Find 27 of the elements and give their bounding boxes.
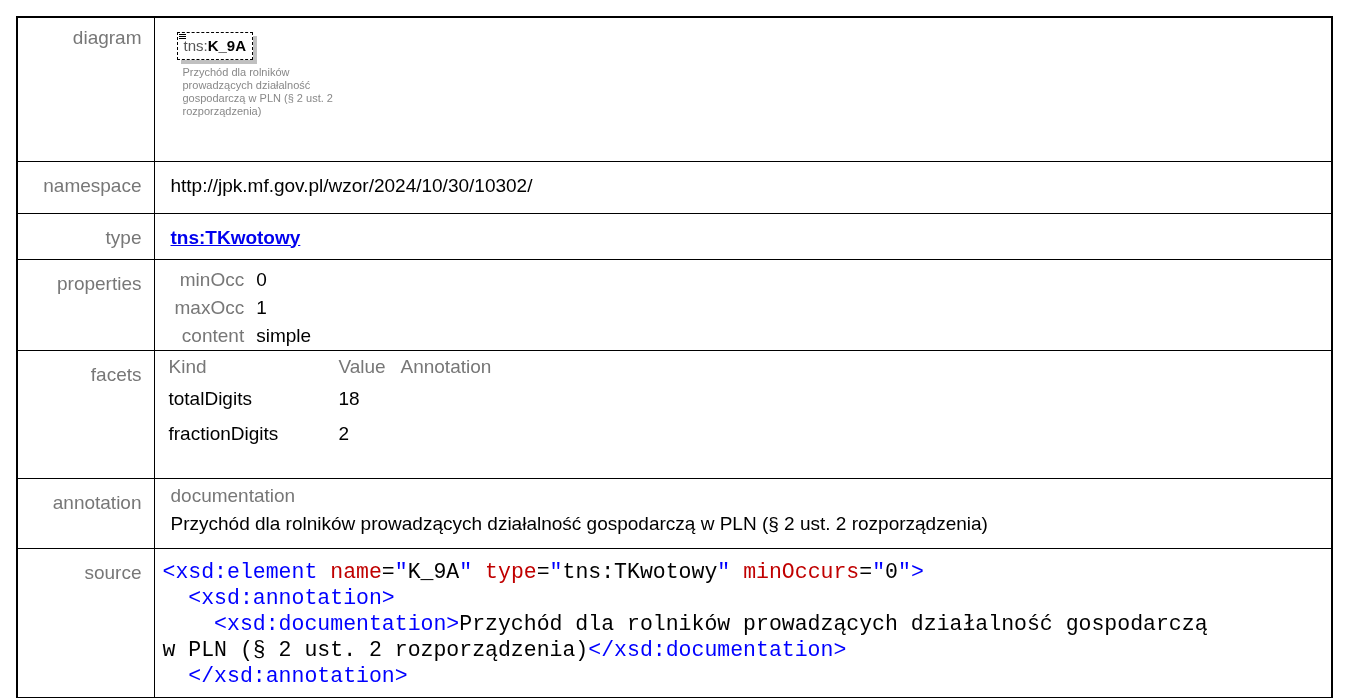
facet-value: 2 xyxy=(338,421,351,446)
row-label: properties xyxy=(57,272,142,294)
property-name: maxOcc xyxy=(174,295,245,320)
element-description: Przychód dla rolników prowadzących działalność gospodarczą w PLN (§ 2 ust. 2 rozporządzenia) xyxy=(182,66,334,118)
facet-kind: fractionDigits xyxy=(168,421,280,446)
column-header: Value xyxy=(338,354,387,379)
column-header: Kind xyxy=(168,354,208,379)
property-value: simple xyxy=(256,323,312,348)
property-value: 1 xyxy=(256,295,268,320)
property-name: minOcc xyxy=(178,267,245,292)
type-link[interactable]: tns:TKwotowy xyxy=(170,226,301,248)
row-label: type xyxy=(105,226,142,248)
namespace-value: http://jpk.mf.gov.pl/wzor/2024/10/30/10302/ xyxy=(170,174,533,196)
annotation-heading: documentation xyxy=(170,483,297,508)
row-label: annotation xyxy=(52,491,142,513)
documentation-text: Przychód dla rolników prowadzących działalność gospodarczą w PLN (§ 2 ust. 2 rozporządzenia) xyxy=(170,511,989,536)
facet-kind: totalDigits xyxy=(168,386,253,411)
row-label: facets xyxy=(90,363,142,385)
source-code: <xsd:element name="K_9A" type="tns:TKwotowy" minOccurs="0"> <xsd:annotation> <xsd:documentation>Przychód dla rolników prowadzących działalność gospodarczą w PLN (§ 2 ust. 2 rozporządzenia)</xsd:documentation> </xsd:annotation> xyxy=(162,558,1209,689)
element-name: tns:K_9A xyxy=(183,35,247,56)
row-label: source xyxy=(84,561,142,583)
property-name: content xyxy=(180,323,245,348)
row-label: diagram xyxy=(72,27,142,48)
row-label: namespace xyxy=(43,174,142,196)
column-header: Annotation xyxy=(400,354,492,379)
facet-value: 18 xyxy=(338,386,361,411)
property-value: 0 xyxy=(256,267,268,292)
